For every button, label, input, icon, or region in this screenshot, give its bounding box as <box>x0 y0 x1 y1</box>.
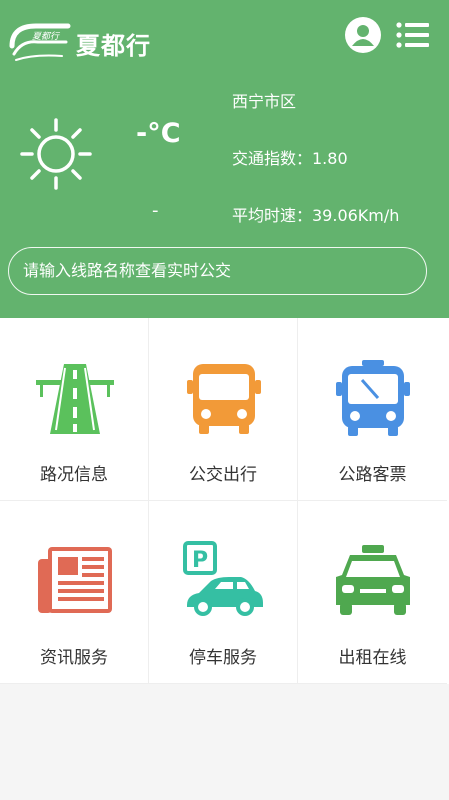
parking-car-icon: P <box>183 541 263 616</box>
svg-text:P: P <box>192 548 208 573</box>
traffic-index: 交通指数：1.80 <box>232 149 348 168</box>
road-icon <box>36 364 114 434</box>
list-menu-icon[interactable] <box>395 20 431 50</box>
tile-bus[interactable]: 公交出行 <box>149 318 298 501</box>
tile-news-label: 资讯服务 <box>40 648 108 668</box>
tile-road-info-label: 路况信息 <box>40 465 108 485</box>
bus-icon <box>187 364 261 434</box>
tile-bus-label: 公交出行 <box>189 465 257 485</box>
tile-taxi[interactable]: 出租在线 <box>298 501 447 684</box>
city-name: 西宁市区 <box>232 92 297 111</box>
newspaper-icon <box>38 547 112 613</box>
user-avatar-icon[interactable] <box>344 16 382 54</box>
sun-icon <box>20 118 92 190</box>
tile-taxi-label: 出租在线 <box>338 648 407 668</box>
weather-sub: - <box>152 200 159 221</box>
taxi-icon <box>336 545 410 615</box>
search-input[interactable]: 请输入线路名称查看实时公交 <box>8 247 427 295</box>
app-title: 夏都行 <box>76 32 151 60</box>
service-grid: 路况信息 公交出行 公路客票 资讯服务 P 停车服务 出租在线 <box>0 318 449 684</box>
header: 夏都行 夏都行 -°C - 西宁市区 交通指数：1.80 平均时速：39.06K… <box>0 0 449 318</box>
tile-coach-ticket-label: 公路客票 <box>338 465 407 485</box>
app-logo-icon: 夏都行 <box>9 23 71 61</box>
svg-text:夏都行: 夏都行 <box>32 31 61 42</box>
tile-coach-ticket[interactable]: 公路客票 <box>298 318 447 501</box>
tile-parking[interactable]: P 停车服务 <box>149 501 298 684</box>
coach-icon <box>336 360 410 436</box>
tile-parking-label: 停车服务 <box>189 648 257 668</box>
temperature: -°C <box>136 118 181 149</box>
tile-news[interactable]: 资讯服务 <box>0 501 149 684</box>
tile-road-info[interactable]: 路况信息 <box>0 318 149 501</box>
average-speed: 平均时速：39.06Km/h <box>232 206 400 225</box>
